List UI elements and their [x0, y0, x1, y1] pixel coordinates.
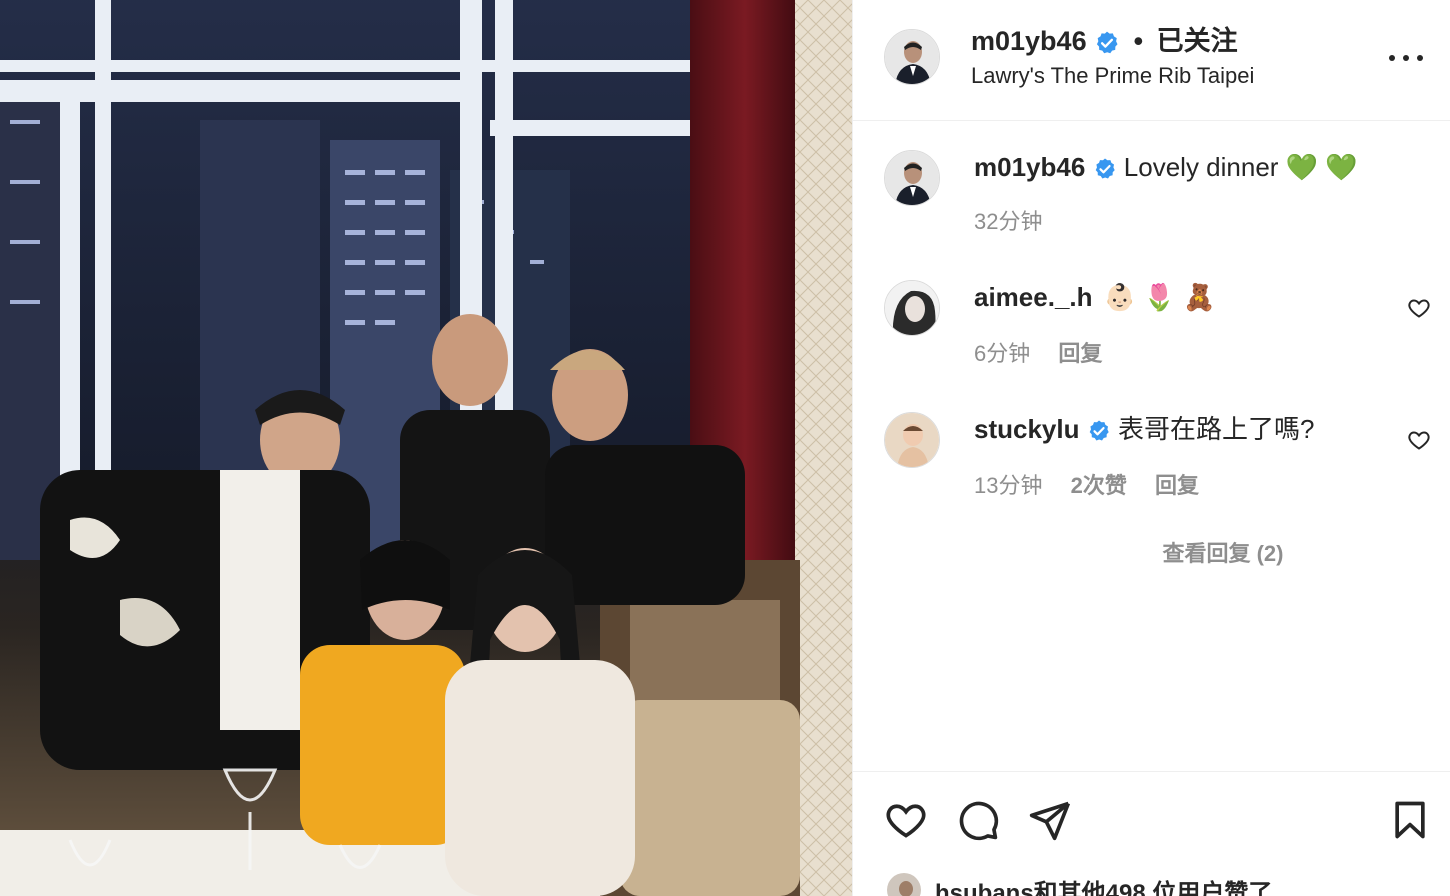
- avatar-image: [885, 30, 939, 84]
- post-side-panel: m01yb46 • 已关注 Lawry's The Prime Rib Taip…: [852, 0, 1450, 896]
- post-photo[interactable]: [0, 0, 852, 896]
- caption-text: Lovely dinner 💚 💚: [1123, 152, 1358, 182]
- more-dot: [1389, 55, 1395, 61]
- comment-time[interactable]: 13分钟: [974, 473, 1042, 498]
- comment-line: aimee._.h 👶🏻 🌷 🧸: [974, 280, 1215, 314]
- heart-icon[interactable]: [884, 798, 928, 842]
- post-header: m01yb46 • 已关注 Lawry's The Prime Rib Taip…: [853, 0, 1450, 121]
- comment-likes-count[interactable]: 2次赞: [1071, 473, 1127, 498]
- caption-avatar[interactable]: [884, 150, 940, 206]
- likes-summary[interactable]: hsubans和其他498 位用户赞了: [935, 873, 1272, 896]
- more-dot: [1403, 55, 1409, 61]
- comment-meta: 13分钟 2次赞 回复: [974, 472, 1221, 500]
- verified-badge-icon: [1095, 158, 1115, 179]
- caption-time[interactable]: 32分钟: [974, 209, 1042, 234]
- verified-badge-icon: [1097, 31, 1118, 54]
- header-user-line: m01yb46 • 已关注: [971, 24, 1238, 58]
- separator-dot: •: [1133, 26, 1144, 56]
- comment-text: 👶🏻 🌷 🧸: [1103, 282, 1216, 312]
- liker-avatar[interactable]: [885, 871, 923, 896]
- comment-icon[interactable]: [956, 798, 1000, 842]
- paper-plane-icon[interactable]: [1028, 798, 1072, 842]
- commenter-avatar[interactable]: [884, 412, 940, 468]
- comment-like-heart-icon[interactable]: [1407, 428, 1431, 452]
- comment-line: stuckylu 表哥在路上了嗎?: [974, 412, 1314, 446]
- comment-reply-button[interactable]: 回复: [1058, 341, 1102, 366]
- comment-text: 表哥在路上了嗎?: [1117, 414, 1315, 444]
- caption: m01yb46 Lovely dinner 💚 💚 32分钟: [853, 150, 1450, 250]
- verified-badge-icon: [1089, 420, 1109, 441]
- comment-item: aimee._.h 👶🏻 🌷 🧸 6分钟 回复: [853, 280, 1450, 380]
- instagram-post-view: m01yb46 • 已关注 Lawry's The Prime Rib Taip…: [0, 0, 1450, 896]
- comment-reply-button[interactable]: 回复: [1155, 473, 1199, 498]
- comment-username[interactable]: aimee._.h: [974, 282, 1093, 312]
- avatar-image: [887, 873, 921, 896]
- follow-status-button[interactable]: 已关注: [1157, 26, 1238, 56]
- commenter-avatar[interactable]: [884, 280, 940, 336]
- comment-item: stuckylu 表哥在路上了嗎? 13分钟 2次赞 回复: [853, 412, 1450, 512]
- avatar-image: [885, 151, 939, 205]
- post-actions-bar: hsubans和其他498 位用户赞了: [853, 771, 1450, 896]
- caption-line: m01yb46 Lovely dinner 💚 💚: [974, 150, 1358, 184]
- post-location[interactable]: Lawry's The Prime Rib Taipei: [971, 62, 1254, 90]
- photo-illustration: [0, 0, 852, 896]
- avatar-image: [885, 281, 939, 335]
- comment-username[interactable]: stuckylu: [974, 414, 1080, 444]
- avatar-image: [885, 413, 939, 467]
- comment-meta: 6分钟 回复: [974, 340, 1124, 368]
- author-username[interactable]: m01yb46: [971, 26, 1087, 56]
- caption-username[interactable]: m01yb46: [974, 152, 1085, 182]
- comment-like-heart-icon[interactable]: [1407, 296, 1431, 320]
- author-avatar[interactable]: [884, 29, 940, 85]
- bookmark-icon[interactable]: [1388, 798, 1432, 842]
- more-options-icon[interactable]: [1389, 46, 1423, 70]
- comment-time[interactable]: 6分钟: [974, 341, 1030, 366]
- more-dot: [1417, 55, 1423, 61]
- view-replies-button[interactable]: 查看回复 (2): [1053, 536, 1393, 568]
- caption-meta: 32分钟: [974, 208, 1064, 236]
